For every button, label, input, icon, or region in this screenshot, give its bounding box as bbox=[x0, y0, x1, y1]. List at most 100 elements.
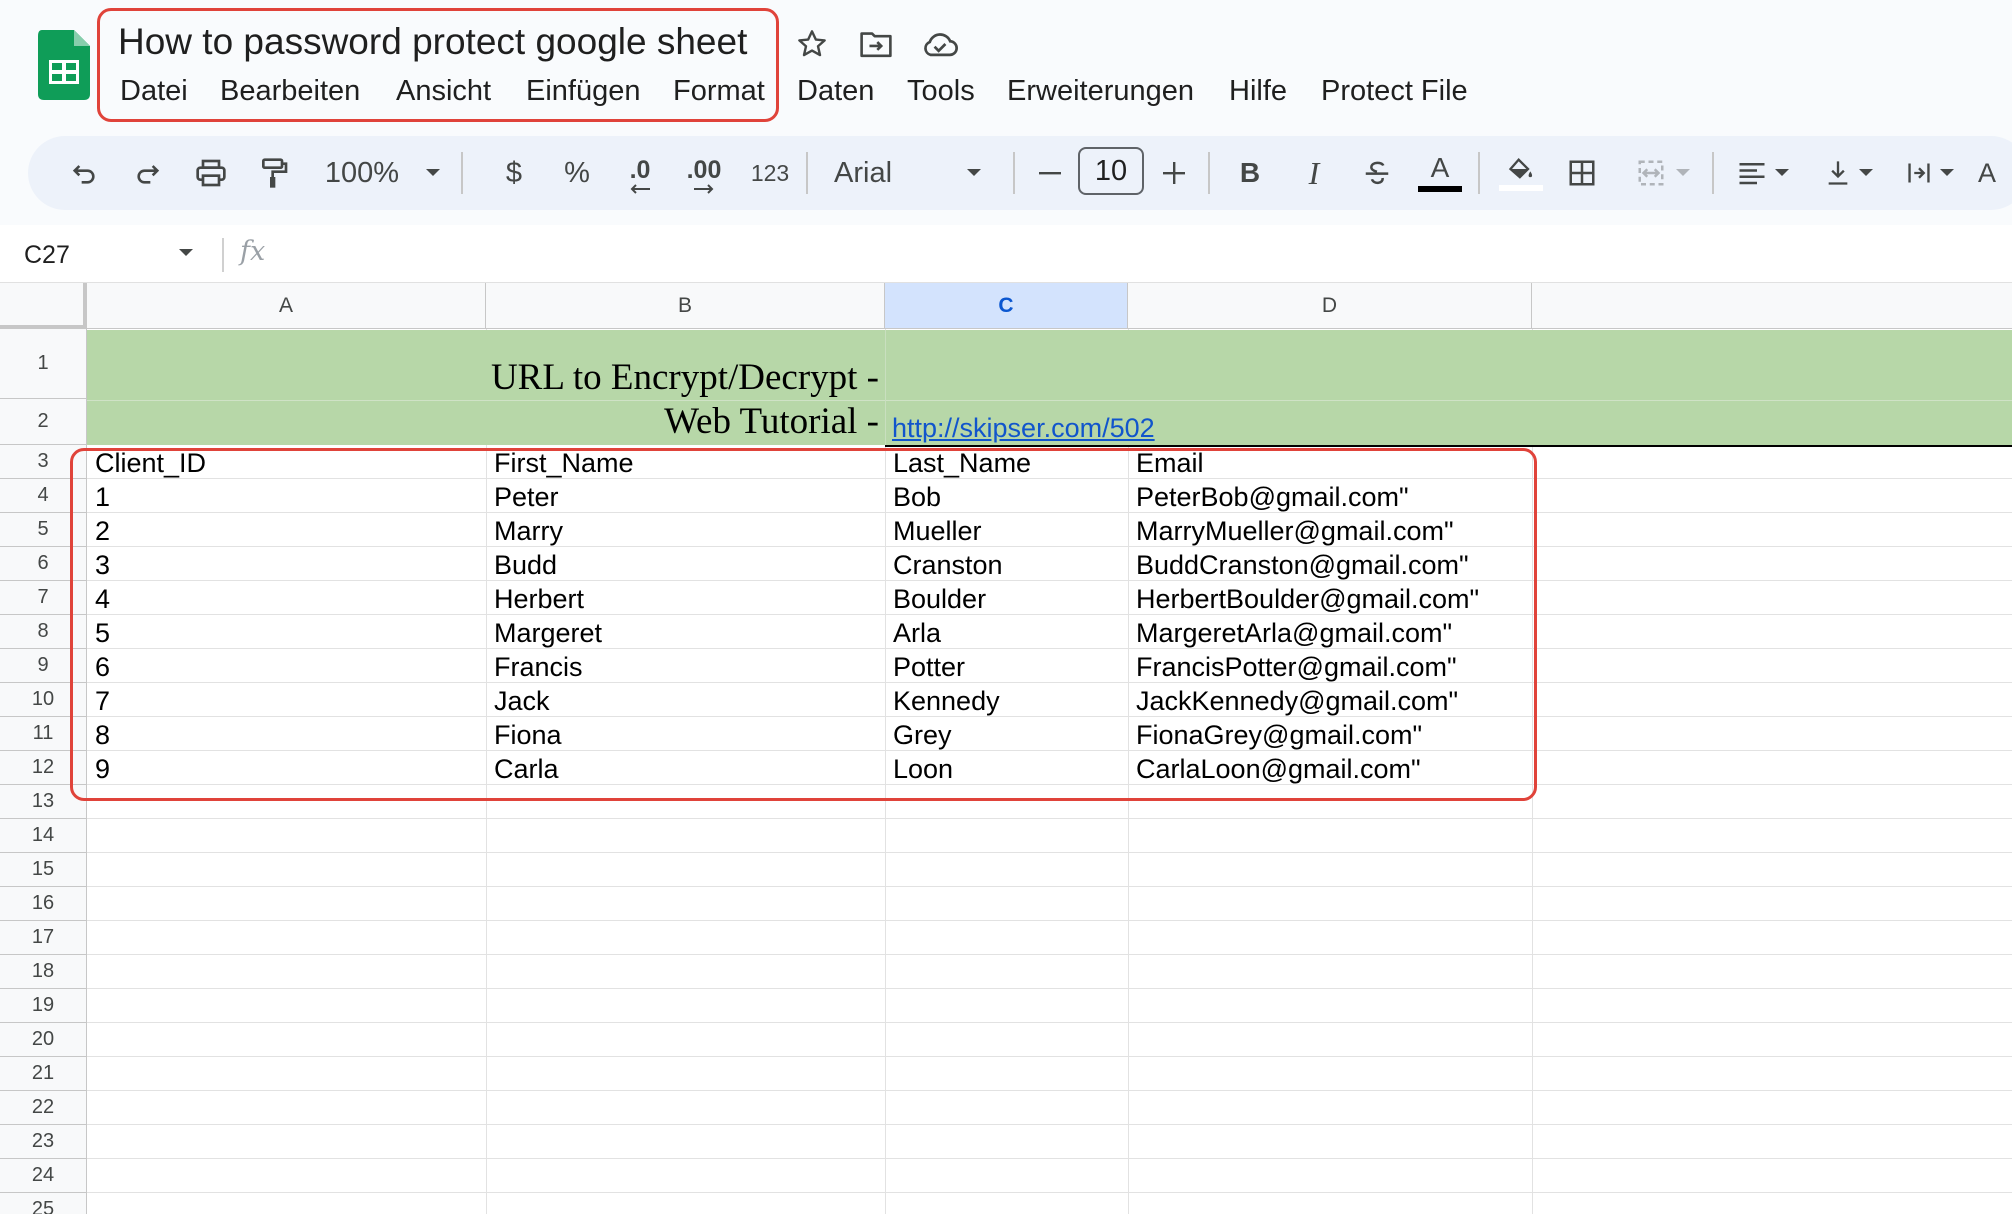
row-header-3[interactable]: 3 bbox=[0, 445, 87, 479]
tutorial-link[interactable]: http://skipser.com/502 bbox=[892, 413, 1155, 444]
header-cell-d[interactable]: Email bbox=[1136, 446, 1204, 480]
table-cell-row1-a[interactable]: 1 bbox=[95, 480, 110, 514]
number-format-button[interactable]: 123 bbox=[740, 136, 800, 210]
row-header-5[interactable]: 5 bbox=[0, 513, 87, 547]
column-header-empty[interactable] bbox=[1532, 283, 2012, 329]
percent-button[interactable]: % bbox=[554, 136, 600, 210]
table-cell-row8-b[interactable]: Fiona bbox=[494, 718, 562, 752]
table-cell-row8-a[interactable]: 8 bbox=[95, 718, 110, 752]
row-header-23[interactable]: 23 bbox=[0, 1125, 87, 1159]
row-header-21[interactable]: 21 bbox=[0, 1057, 87, 1091]
table-cell-row4-a[interactable]: 4 bbox=[95, 582, 110, 616]
fill-color-icon[interactable] bbox=[1496, 136, 1546, 210]
table-cell-row1-b[interactable]: Peter bbox=[494, 480, 559, 514]
column-header-c[interactable]: C bbox=[885, 283, 1128, 329]
strikethrough-icon[interactable] bbox=[1354, 136, 1400, 210]
cloud-saved-icon[interactable] bbox=[918, 22, 962, 66]
star-icon[interactable] bbox=[790, 22, 834, 66]
name-box[interactable]: C27 bbox=[24, 228, 70, 282]
row-header-18[interactable]: 18 bbox=[0, 955, 87, 989]
menu-tools[interactable]: Tools bbox=[907, 70, 975, 112]
table-cell-row9-b[interactable]: Carla bbox=[494, 752, 559, 786]
table-cell-row1-d[interactable]: PeterBob@gmail.com" bbox=[1136, 480, 1409, 514]
move-to-folder-icon[interactable] bbox=[854, 22, 898, 66]
row-header-9[interactable]: 9 bbox=[0, 649, 87, 683]
row-header-11[interactable]: 11 bbox=[0, 717, 87, 751]
text-color-button[interactable]: A bbox=[1416, 136, 1464, 210]
font-size-increase-button[interactable] bbox=[1154, 136, 1194, 210]
table-cell-row9-a[interactable]: 9 bbox=[95, 752, 110, 786]
row-header-1[interactable]: 1 bbox=[0, 329, 87, 399]
name-box-dropdown-icon[interactable] bbox=[178, 248, 194, 258]
menu-datei[interactable]: Datei bbox=[120, 70, 188, 112]
table-cell-row2-a[interactable]: 2 bbox=[95, 514, 110, 548]
header-cell-b[interactable]: First_Name bbox=[494, 446, 634, 480]
table-cell-row5-c[interactable]: Arla bbox=[893, 616, 941, 650]
menu-hilfe[interactable]: Hilfe bbox=[1229, 70, 1287, 112]
text-rotation-button[interactable]: A bbox=[1978, 136, 2010, 210]
print-icon[interactable] bbox=[188, 136, 234, 210]
row-header-25[interactable]: 25 bbox=[0, 1193, 87, 1214]
menu-erweiterungen[interactable]: Erweiterungen bbox=[1007, 70, 1194, 112]
row-header-8[interactable]: 8 bbox=[0, 615, 87, 649]
formula-input[interactable] bbox=[290, 228, 1990, 282]
row-header-19[interactable]: 19 bbox=[0, 989, 87, 1023]
table-cell-row6-a[interactable]: 6 bbox=[95, 650, 110, 684]
text-wrap-icon[interactable] bbox=[1900, 136, 1960, 210]
table-cell-row6-d[interactable]: FrancisPotter@gmail.com" bbox=[1136, 650, 1457, 684]
table-cell-row7-a[interactable]: 7 bbox=[95, 684, 110, 718]
menu-format[interactable]: Format bbox=[673, 70, 765, 112]
table-cell-row3-d[interactable]: BuddCranston@gmail.com" bbox=[1136, 548, 1469, 582]
column-header-b[interactable]: B bbox=[486, 283, 885, 329]
paint-format-icon[interactable] bbox=[252, 136, 296, 210]
document-title[interactable]: How to password protect google sheet bbox=[118, 16, 747, 68]
row-header-4[interactable]: 4 bbox=[0, 479, 87, 513]
table-cell-row1-c[interactable]: Bob bbox=[893, 480, 941, 514]
menu-protect-file[interactable]: Protect File bbox=[1321, 70, 1468, 112]
table-cell-row7-c[interactable]: Kennedy bbox=[893, 684, 1000, 718]
table-cell-row8-d[interactable]: FionaGrey@gmail.com" bbox=[1136, 718, 1422, 752]
column-header-d[interactable]: D bbox=[1128, 283, 1532, 329]
borders-icon[interactable] bbox=[1558, 136, 1606, 210]
menu-bearbeiten[interactable]: Bearbeiten bbox=[220, 70, 360, 112]
menu-ansicht[interactable]: Ansicht bbox=[396, 70, 491, 112]
font-select[interactable]: Arial bbox=[828, 136, 1018, 210]
table-cell-row8-c[interactable]: Grey bbox=[893, 718, 952, 752]
table-cell-row4-d[interactable]: HerbertBoulder@gmail.com" bbox=[1136, 582, 1479, 616]
table-cell-row2-b[interactable]: Marry bbox=[494, 514, 563, 548]
font-size-decrease-button[interactable] bbox=[1030, 136, 1070, 210]
bold-button[interactable]: B bbox=[1228, 136, 1272, 210]
row-header-10[interactable]: 10 bbox=[0, 683, 87, 717]
decrease-decimal-button[interactable]: .0 bbox=[612, 136, 668, 210]
table-cell-row9-c[interactable]: Loon bbox=[893, 752, 953, 786]
row-header-22[interactable]: 22 bbox=[0, 1091, 87, 1125]
increase-decimal-button[interactable]: .00 bbox=[674, 136, 734, 210]
table-cell-row3-a[interactable]: 3 bbox=[95, 548, 110, 582]
row-header-15[interactable]: 15 bbox=[0, 853, 87, 887]
table-cell-row7-d[interactable]: JackKennedy@gmail.com" bbox=[1136, 684, 1458, 718]
header-cell-c[interactable]: Last_Name bbox=[893, 446, 1031, 480]
header-cell-a[interactable]: Client_ID bbox=[95, 446, 206, 480]
menu-daten[interactable]: Daten bbox=[797, 70, 874, 112]
row-header-2[interactable]: 2 bbox=[0, 399, 87, 445]
row-header-7[interactable]: 7 bbox=[0, 581, 87, 615]
table-cell-row5-d[interactable]: MargeretArla@gmail.com" bbox=[1136, 616, 1452, 650]
undo-icon[interactable] bbox=[62, 136, 106, 210]
redo-icon[interactable] bbox=[126, 136, 170, 210]
table-cell-row2-d[interactable]: MarryMueller@gmail.com" bbox=[1136, 514, 1454, 548]
table-cell-row4-c[interactable]: Boulder bbox=[893, 582, 986, 616]
table-cell-row6-c[interactable]: Potter bbox=[893, 650, 965, 684]
horizontal-align-icon[interactable] bbox=[1728, 136, 1798, 210]
row-header-6[interactable]: 6 bbox=[0, 547, 87, 581]
column-header-a[interactable]: A bbox=[87, 283, 486, 329]
zoom-select[interactable]: 100% bbox=[318, 136, 448, 210]
merge-cells-icon[interactable] bbox=[1628, 136, 1698, 210]
vertical-align-icon[interactable] bbox=[1818, 136, 1880, 210]
italic-button[interactable]: I bbox=[1292, 136, 1336, 210]
table-cell-row3-b[interactable]: Budd bbox=[494, 548, 557, 582]
table-cell-row7-b[interactable]: Jack bbox=[494, 684, 550, 718]
row-header-24[interactable]: 24 bbox=[0, 1159, 87, 1193]
row-header-13[interactable]: 13 bbox=[0, 785, 87, 819]
row-header-17[interactable]: 17 bbox=[0, 921, 87, 955]
row-header-20[interactable]: 20 bbox=[0, 1023, 87, 1057]
